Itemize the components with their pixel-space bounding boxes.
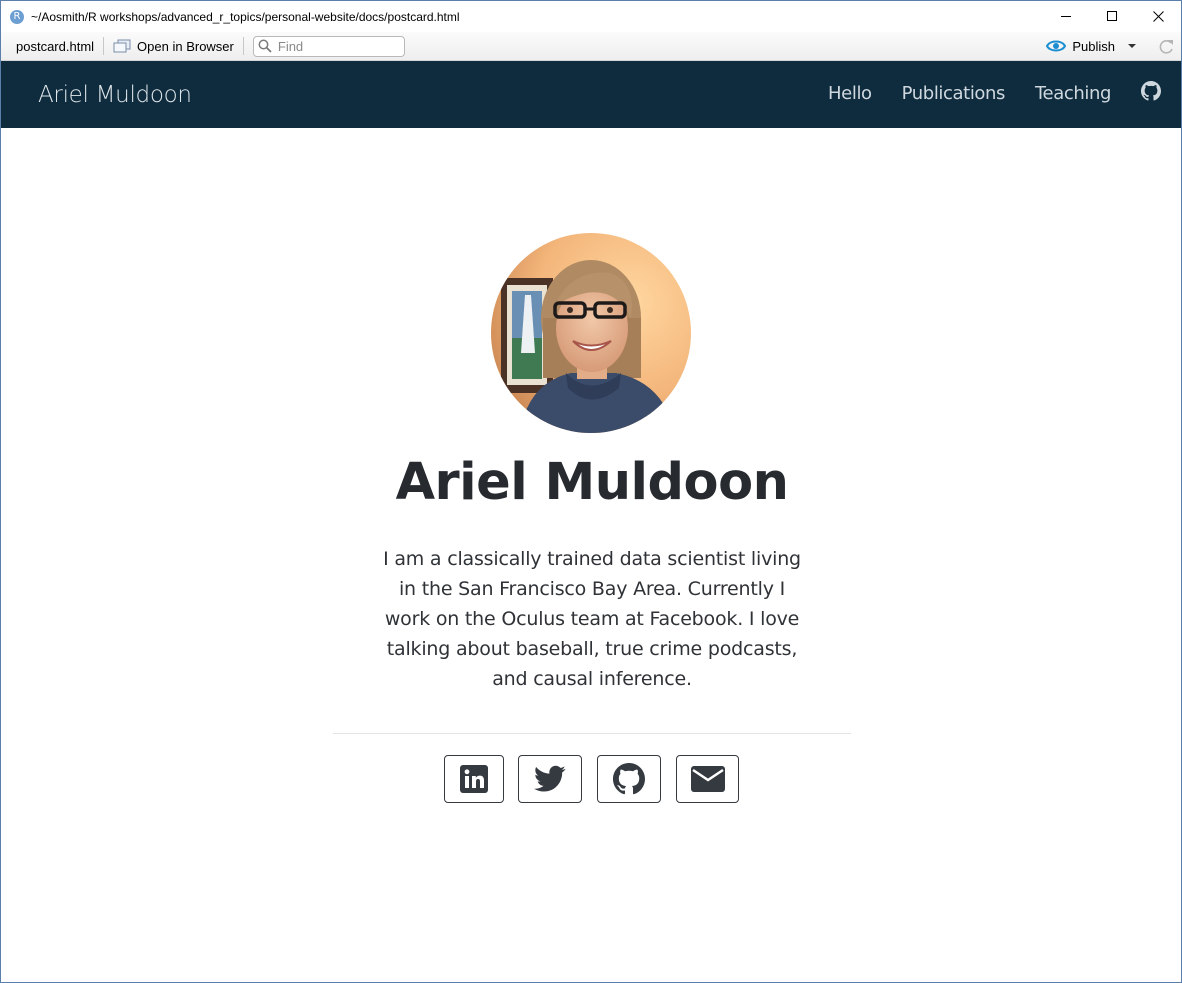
- linkedin-button[interactable]: [444, 755, 504, 803]
- email-button[interactable]: [676, 755, 739, 803]
- github-button[interactable]: [597, 755, 661, 803]
- twitter-button[interactable]: [518, 755, 582, 803]
- publish-icon: [1046, 40, 1067, 52]
- find-placeholder: Find: [277, 38, 304, 54]
- twitter-icon: [534, 765, 566, 792]
- publish-button[interactable]: Publish: [1046, 32, 1137, 60]
- profile-bio: I am a classically trained data scientis…: [383, 548, 801, 690]
- close-icon: [1152, 11, 1164, 22]
- window-title: ~/Aosmith/R workshops/advanced_r_topics/…: [31, 9, 460, 24]
- minimize-button[interactable]: [1043, 1, 1089, 32]
- toolbar-separator: [242, 37, 244, 55]
- file-name-label: postcard.html: [16, 38, 95, 54]
- divider: [333, 733, 851, 734]
- title-bar: R ~/Aosmith/R workshops/advanced_r_topic…: [1, 1, 1181, 32]
- open-browser-icon: [113, 39, 131, 53]
- profile-name: Ariel Muldoon: [395, 453, 789, 512]
- toolbar-separator: [103, 37, 105, 55]
- profile-photo: [491, 233, 691, 433]
- search-icon: [258, 39, 272, 53]
- nav-links: Hello Publications Teaching: [828, 81, 1161, 106]
- social-links: [444, 755, 739, 803]
- chevron-down-icon[interactable]: [1127, 43, 1137, 49]
- app-window: R ~/Aosmith/R workshops/advanced_r_topic…: [0, 0, 1182, 983]
- open-in-browser-label: Open in Browser: [137, 38, 234, 54]
- site-brand-link[interactable]: Ariel Muldoon: [38, 82, 192, 108]
- linkedin-icon: [460, 765, 488, 793]
- github-icon: [613, 763, 645, 795]
- r-app-icon: R: [10, 9, 24, 24]
- refresh-icon[interactable]: [1157, 38, 1175, 56]
- publish-label: Publish: [1072, 38, 1115, 54]
- site-navbar: Ariel Muldoon Hello Publications Teachin…: [1, 61, 1181, 128]
- window-controls: [1043, 1, 1181, 32]
- nav-github-link[interactable]: [1141, 81, 1161, 106]
- maximize-button[interactable]: [1089, 1, 1135, 32]
- find-input[interactable]: Find: [252, 35, 405, 57]
- nav-link-teaching[interactable]: Teaching: [1035, 83, 1111, 104]
- minimize-icon: [1060, 16, 1071, 17]
- github-icon: [1141, 81, 1161, 101]
- email-icon: [690, 766, 725, 792]
- open-in-browser-button[interactable]: Open in Browser: [113, 39, 234, 54]
- viewer-toolbar: postcard.html Open in Browser Find Publi…: [1, 32, 1181, 61]
- maximize-icon: [1106, 11, 1117, 21]
- nav-link-hello[interactable]: Hello: [828, 83, 872, 104]
- nav-link-publications[interactable]: Publications: [902, 83, 1006, 104]
- close-window-button[interactable]: [1135, 1, 1181, 32]
